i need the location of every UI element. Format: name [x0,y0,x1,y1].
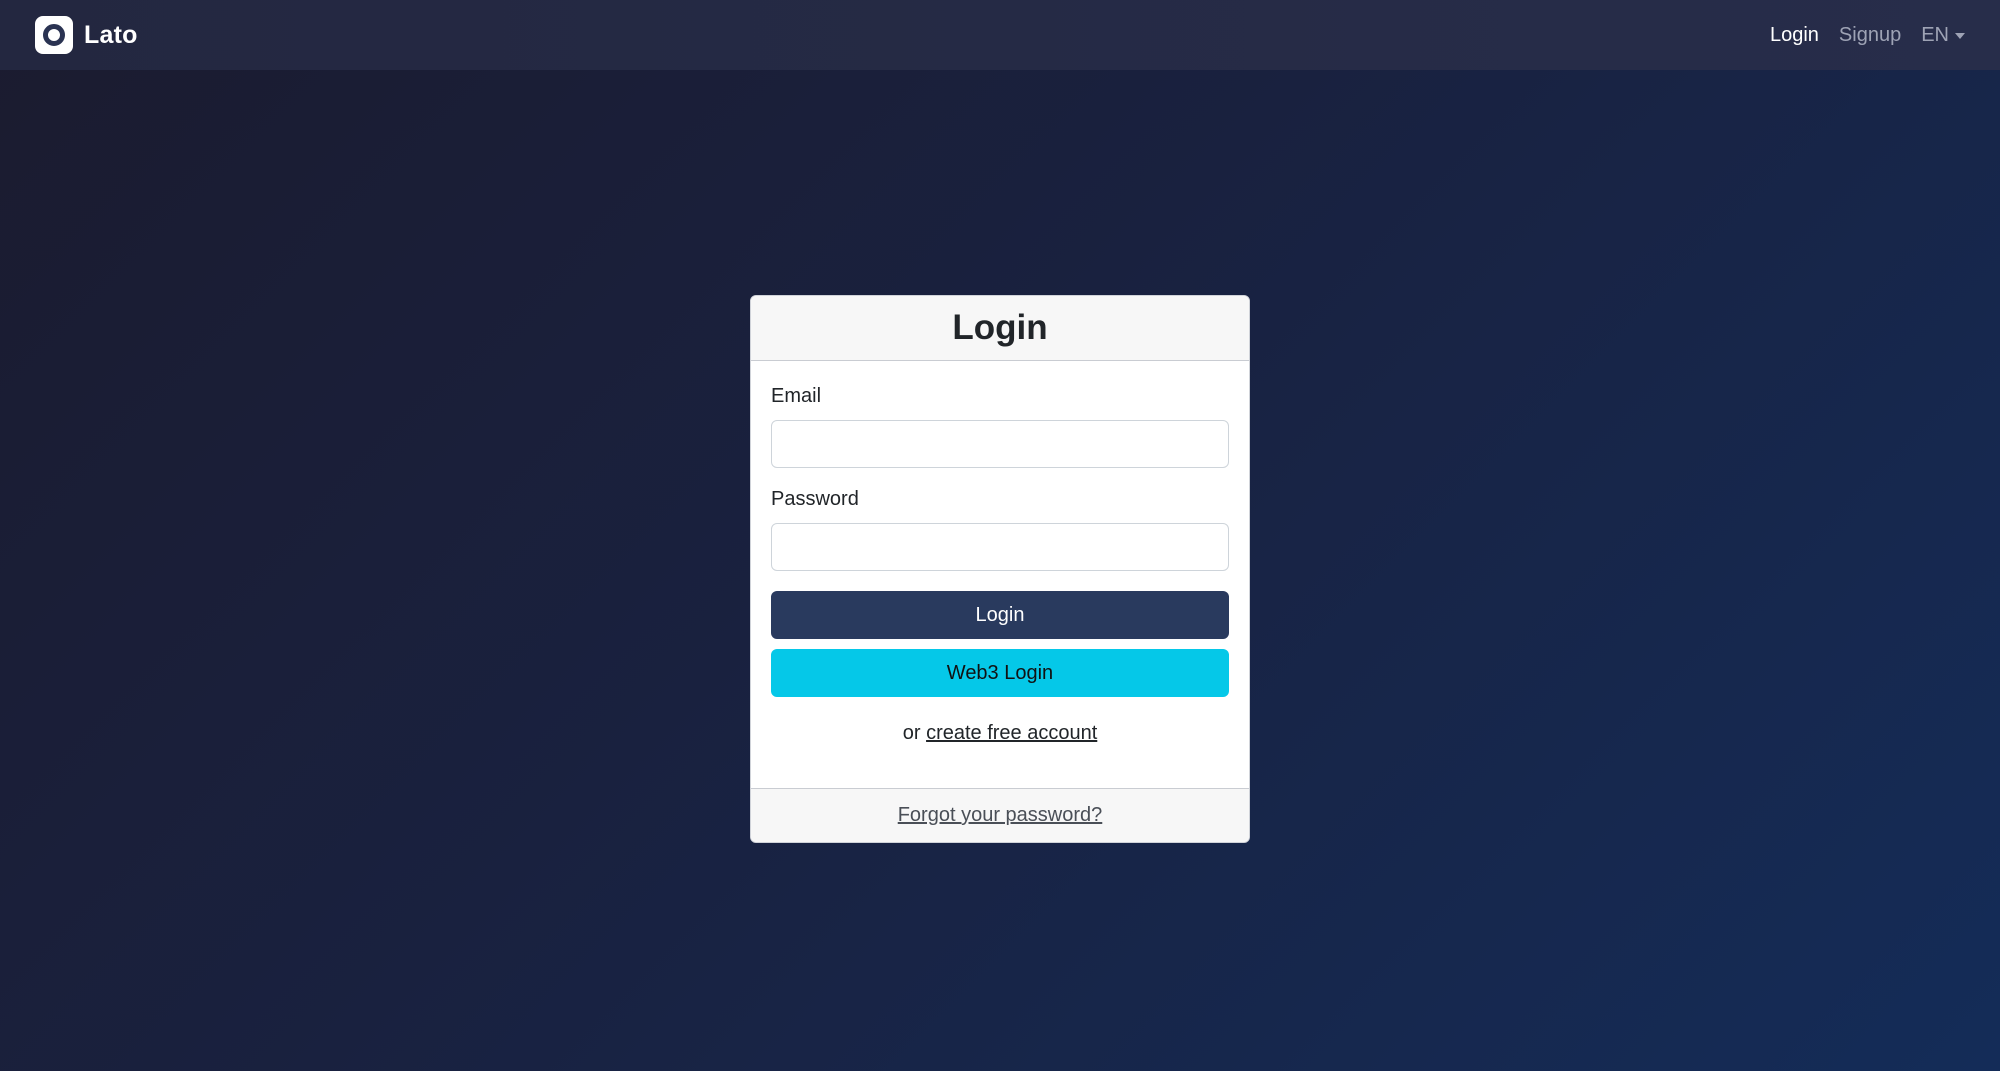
brand[interactable]: Lato [35,16,138,54]
caret-down-icon [1955,33,1965,39]
password-label: Password [771,488,859,510]
password-group: Password [771,488,1229,571]
password-field[interactable] [771,523,1229,571]
login-card-footer: Forgot your password? [751,788,1249,842]
logo-ring [43,24,65,46]
forgot-password-link[interactable]: Forgot your password? [898,804,1103,827]
language-selected: EN [1921,23,1949,46]
login-card: Login Email Password Login Web3 Login or… [750,295,1250,843]
web3-login-button[interactable]: Web3 Login [771,649,1229,697]
email-label: Email [771,385,822,407]
nav-links: Login Signup EN [1770,24,1965,47]
create-account-link[interactable]: create free account [926,722,1097,744]
navbar: Lato Login Signup EN [0,0,2000,70]
login-button[interactable]: Login [771,591,1229,639]
nav-signup-link[interactable]: Signup [1839,24,1901,47]
login-title: Login [952,308,1048,347]
lato-logo-icon [35,16,73,54]
language-dropdown[interactable]: EN [1921,24,1965,47]
login-form: Email Password Login Web3 Login or creat… [751,361,1249,786]
login-card-header: Login [751,296,1249,361]
create-account-row: or create free account [771,722,1229,745]
brand-name: Lato [84,20,138,49]
email-group: Email [771,385,1229,468]
email-field[interactable] [771,420,1229,468]
alt-prefix: or [902,722,927,744]
nav-login-link[interactable]: Login [1770,24,1819,47]
